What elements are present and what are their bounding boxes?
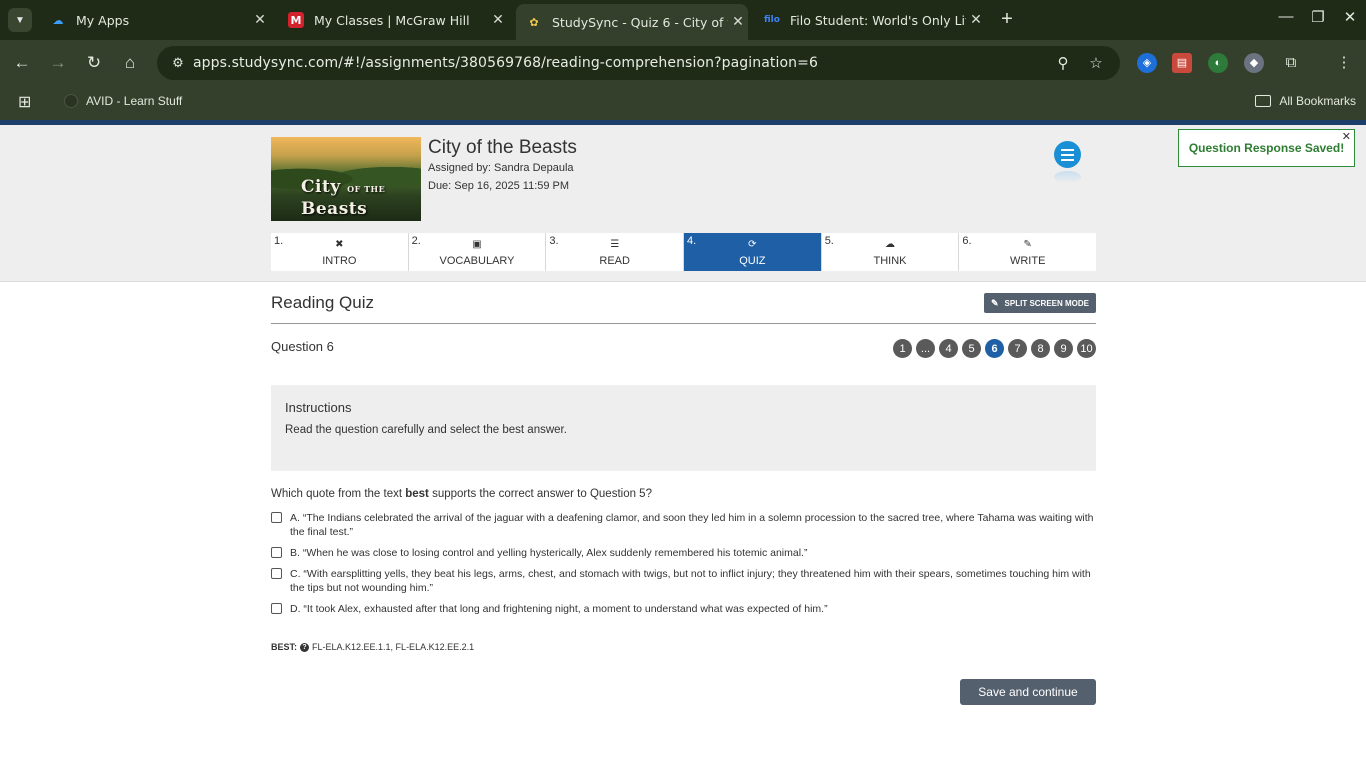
due-date: Due: Sep 16, 2025 11:59 PM xyxy=(428,180,570,192)
tab-search-chevron-icon[interactable]: ▼ xyxy=(8,8,32,32)
browser-menu-icon[interactable]: ⋮ xyxy=(1334,53,1354,73)
browser-tab-mcgraw-hill[interactable]: M My Classes | McGraw Hill ✕ xyxy=(278,6,508,34)
address-bar[interactable]: ⚙ apps.studysync.com/#!/assignments/3805… xyxy=(157,46,1120,80)
vocabulary-icon: ▣ xyxy=(472,239,482,250)
page-ellipsis[interactable]: ... xyxy=(916,339,935,358)
page-9[interactable]: 9 xyxy=(1054,339,1073,358)
step-think[interactable]: 5. ☁ THINK xyxy=(821,233,960,271)
extensions-puzzle-icon[interactable]: ⧉ xyxy=(1281,53,1301,73)
minimize-icon[interactable]: — xyxy=(1274,8,1298,25)
back-icon[interactable]: ← xyxy=(10,51,34,75)
bookmarks-bar: ⊞ AVID - Learn Stuff All Bookmarks xyxy=(0,86,1366,120)
site-info-icon[interactable]: ⚙ xyxy=(163,55,193,71)
help-icon[interactable]: ? xyxy=(300,642,310,652)
close-icon[interactable]: ✕ xyxy=(250,12,270,28)
page-1[interactable]: 1 xyxy=(893,339,912,358)
answer-option-b[interactable]: B. “When he was close to losing control … xyxy=(271,546,1096,560)
browser-tab-filo[interactable]: filo Filo Student: World's Only Live I ✕ xyxy=(754,6,986,34)
step-read[interactable]: 3. ☰ READ xyxy=(546,233,685,271)
avid-favicon-icon xyxy=(64,94,78,108)
zoom-icon[interactable]: ⚲ xyxy=(1053,54,1073,72)
question-pager: 1 ... 4 5 6 7 8 9 10 xyxy=(893,339,1096,358)
instructions-heading: Instructions xyxy=(285,400,352,415)
quiz-title: Reading Quiz xyxy=(271,293,375,312)
close-icon[interactable]: ✕ xyxy=(728,14,748,30)
reload-icon[interactable]: ↻ xyxy=(82,51,106,75)
response-saved-toast: Question Response Saved! ✕ xyxy=(1178,129,1355,167)
instructions-text: Read the question carefully and select t… xyxy=(285,424,567,436)
bookmark-avid[interactable]: AVID - Learn Stuff xyxy=(64,94,182,108)
divider xyxy=(271,323,1096,324)
checkbox-b[interactable] xyxy=(271,547,282,558)
apps-grid-icon[interactable]: ⊞ xyxy=(18,92,31,112)
step-intro[interactable]: 1. ✖ INTRO xyxy=(271,233,409,271)
filo-icon: filo xyxy=(764,15,780,25)
page-6-current[interactable]: 6 xyxy=(985,339,1004,358)
folder-icon xyxy=(1255,95,1272,107)
book-cover-image: City OF THE Beasts xyxy=(271,137,421,221)
extension-lp-icon[interactable]: ◐ xyxy=(1208,53,1228,73)
extension-printer-icon[interactable]: ▤ xyxy=(1172,53,1192,73)
browser-tab-my-apps[interactable]: ☁ My Apps ✕ xyxy=(40,6,270,34)
answer-option-d[interactable]: D. “It took Alex, exhausted after that l… xyxy=(271,602,1096,616)
browser-tab-studysync[interactable]: ✿ StudySync - Quiz 6 - City of the ✕ xyxy=(516,4,748,40)
page-4[interactable]: 4 xyxy=(939,339,958,358)
browser-toolbar: ← → ↻ ⌂ ⚙ apps.studysync.com/#!/assignme… xyxy=(0,40,1366,86)
forward-icon[interactable]: → xyxy=(46,51,70,75)
question-label: Question 6 xyxy=(271,339,334,354)
close-icon[interactable]: ✕ xyxy=(966,12,986,28)
step-quiz[interactable]: 4. ⟳ QUIZ xyxy=(684,233,822,271)
toast-close-icon[interactable]: ✕ xyxy=(1342,130,1351,143)
assignment-header: City OF THE Beasts City of the Beasts As… xyxy=(0,125,1366,282)
extension-guard-icon[interactable]: ◆ xyxy=(1244,53,1264,73)
close-icon[interactable]: ✕ xyxy=(488,12,508,28)
url-text[interactable]: apps.studysync.com/#!/assignments/380569… xyxy=(193,55,818,71)
assignment-title: City of the Beasts xyxy=(428,137,577,158)
all-bookmarks-button[interactable]: All Bookmarks xyxy=(1255,94,1356,108)
best-standards: BEST: ? FL-ELA.K12.EE.1.1, FL-ELA.K12.EE… xyxy=(271,642,475,652)
assignment-steps-nav: 1. ✖ INTRO 2. ▣ VOCABULARY 3. ☰ READ 4. … xyxy=(271,233,1097,271)
read-icon: ☰ xyxy=(610,239,620,250)
save-and-continue-button[interactable]: Save and continue xyxy=(960,679,1096,705)
new-tab-button[interactable]: + xyxy=(996,9,1018,31)
bookmark-star-icon[interactable]: ☆ xyxy=(1086,54,1106,72)
window-close-icon[interactable]: ✕ xyxy=(1338,8,1362,26)
page-5[interactable]: 5 xyxy=(962,339,981,358)
menu-icon[interactable] xyxy=(1054,141,1081,168)
answer-option-a[interactable]: A. “The Indians celebrated the arrival o… xyxy=(271,511,1096,539)
pencil-icon: ✎ xyxy=(991,297,999,308)
restore-icon[interactable]: ❐ xyxy=(1306,8,1330,26)
intro-icon: ✖ xyxy=(335,239,344,250)
studysync-icon: ✿ xyxy=(529,15,539,29)
think-icon: ☁ xyxy=(885,239,896,250)
answer-option-c[interactable]: C. “With earsplitting yells, they beat h… xyxy=(271,567,1096,595)
step-vocabulary[interactable]: 2. ▣ VOCABULARY xyxy=(408,233,547,271)
write-icon: ✎ xyxy=(1023,239,1032,250)
split-screen-button[interactable]: ✎ SPLIT SCREEN MODE xyxy=(984,293,1096,313)
page-7[interactable]: 7 xyxy=(1008,339,1027,358)
quiz-icon: ⟳ xyxy=(748,239,757,250)
extension-shield-icon[interactable]: ◈ xyxy=(1137,53,1157,73)
checkbox-a[interactable] xyxy=(271,512,282,523)
checkbox-c[interactable] xyxy=(271,568,282,579)
mcgraw-hill-icon: M xyxy=(288,12,304,28)
instructions-box: Instructions Read the question carefully… xyxy=(271,385,1096,471)
question-prompt: Which quote from the text best supports … xyxy=(271,488,652,500)
checkbox-d[interactable] xyxy=(271,603,282,614)
home-icon[interactable]: ⌂ xyxy=(118,51,142,75)
page-10[interactable]: 10 xyxy=(1077,339,1096,358)
assigned-by: Assigned by: Sandra Depaula xyxy=(428,162,574,174)
microsoft-apps-icon: ☁ xyxy=(52,13,64,27)
step-write[interactable]: 6. ✎ WRITE xyxy=(959,233,1097,271)
page-8[interactable]: 8 xyxy=(1031,339,1050,358)
